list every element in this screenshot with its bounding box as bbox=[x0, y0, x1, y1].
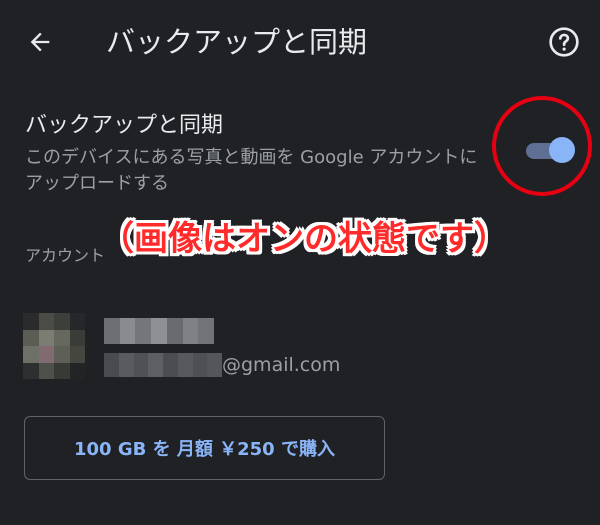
app-bar: バックアップと同期 bbox=[0, 0, 600, 86]
buy-storage-label: 100 GB を 月額 ￥250 で購入 bbox=[74, 439, 335, 460]
arrow-back-icon bbox=[30, 32, 50, 52]
back-button[interactable] bbox=[22, 24, 58, 60]
account-email: @gmail.com bbox=[104, 352, 340, 378]
email-local-part-redacted bbox=[104, 353, 222, 377]
page-title: バックアップと同期 bbox=[106, 25, 368, 59]
help-button[interactable] bbox=[546, 24, 582, 60]
backup-sync-setting[interactable]: バックアップと同期 このデバイスにある写真と動画を Google アカウントにア… bbox=[0, 100, 600, 210]
buy-storage-button[interactable]: 100 GB を 月額 ￥250 で購入 bbox=[24, 416, 385, 480]
account-name-redacted bbox=[104, 318, 214, 344]
setting-title: バックアップと同期 bbox=[25, 113, 224, 138]
toggle-thumb bbox=[549, 137, 575, 163]
setting-description: このデバイスにある写真と動画を Google アカウントにアップロードする bbox=[25, 147, 478, 194]
avatar bbox=[23, 313, 85, 379]
help-circle-icon bbox=[549, 27, 579, 57]
email-domain: @gmail.com bbox=[222, 354, 341, 376]
account-section-label: アカウント bbox=[25, 246, 106, 265]
annotation-text: （画像はオンの状態です） bbox=[100, 219, 508, 259]
backup-toggle[interactable] bbox=[522, 134, 575, 168]
